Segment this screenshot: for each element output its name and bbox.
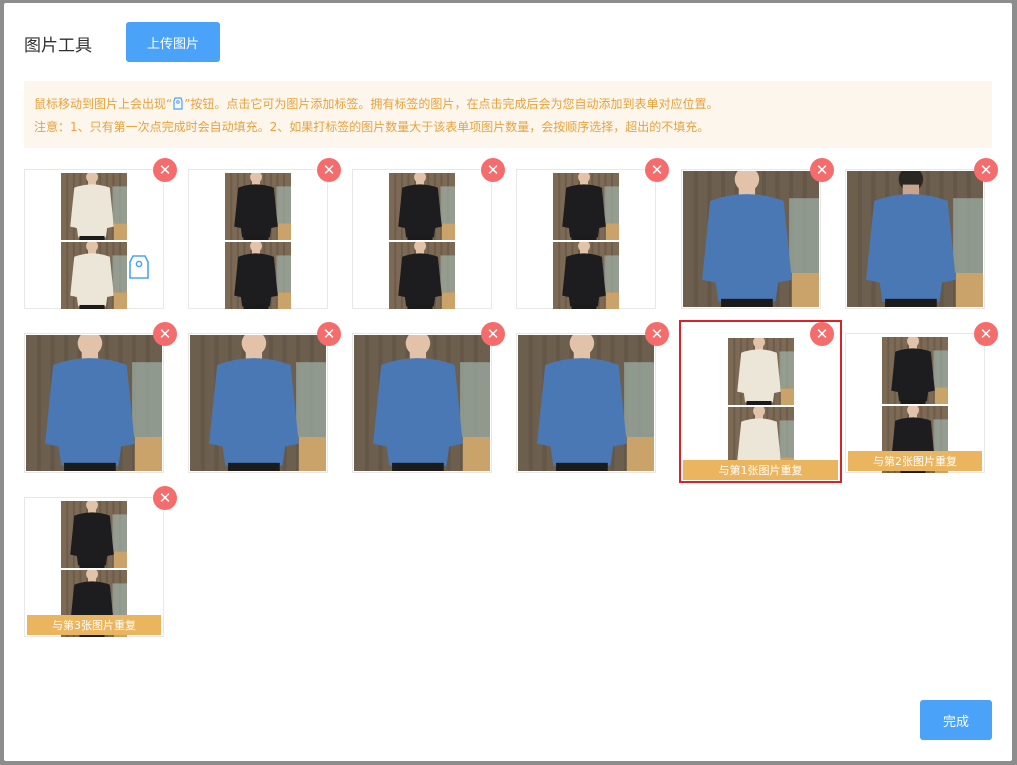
image-card[interactable]: [188, 169, 328, 309]
close-icon[interactable]: ✕: [481, 322, 505, 346]
close-icon[interactable]: ✕: [153, 486, 177, 510]
image-thumbnail: [354, 335, 490, 471]
duplicate-label: 与第2张图片重复: [848, 451, 982, 471]
image-thumbnail: [727, 338, 794, 405]
close-icon[interactable]: ✕: [974, 158, 998, 182]
close-icon[interactable]: ✕: [481, 158, 505, 182]
close-icon[interactable]: ✕: [810, 322, 834, 346]
notice-line-1-end: ”按钮。点击它可为图片添加标签。拥有标签的图片，在点击完成后会为您自动添加到表单…: [184, 97, 719, 111]
close-icon[interactable]: ✕: [974, 322, 998, 346]
image-thumbnail: [518, 335, 654, 471]
image-card[interactable]: [352, 333, 492, 473]
close-icon[interactable]: ✕: [810, 158, 834, 182]
close-icon[interactable]: ✕: [645, 158, 669, 182]
image-card[interactable]: [352, 169, 492, 309]
close-icon[interactable]: ✕: [153, 158, 177, 182]
image-thumbnail: [553, 242, 619, 309]
duplicate-label: 与第1张图片重复: [683, 460, 838, 480]
image-thumbnail: [61, 501, 127, 568]
image-thumbnail: [882, 337, 948, 404]
image-thumbnail: [847, 171, 983, 307]
done-button[interactable]: 完成: [920, 700, 992, 740]
image-card[interactable]: [516, 333, 656, 473]
upload-image-button[interactable]: 上传图片: [126, 22, 220, 62]
image-card[interactable]: [516, 169, 656, 309]
image-card[interactable]: [24, 333, 164, 473]
dialog-title: 图片工具: [24, 36, 92, 56]
close-icon[interactable]: ✕: [317, 158, 341, 182]
image-thumbnail: [389, 242, 455, 309]
image-card[interactable]: [681, 169, 821, 309]
image-card[interactable]: [24, 169, 164, 309]
image-thumbnail: [190, 335, 326, 471]
duplicate-label: 与第3张图片重复: [27, 615, 161, 635]
tag-icon[interactable]: [129, 254, 149, 280]
image-tool-dialog: 图片工具 上传图片 鼠标移动到图片上会出现“ ”按钮。点击它可为图片添加标签。拥有…: [4, 3, 1012, 761]
close-icon[interactable]: ✕: [153, 322, 177, 346]
close-icon[interactable]: ✕: [317, 322, 341, 346]
image-card[interactable]: 与第2张图片重复: [845, 333, 985, 473]
notice-banner: 鼠标移动到图片上会出现“ ”按钮。点击它可为图片添加标签。拥有标签的图片，在点击完…: [24, 81, 992, 148]
close-icon[interactable]: ✕: [645, 322, 669, 346]
notice-line-1: 鼠标移动到图片上会出现“ ”按钮。点击它可为图片添加标签。拥有标签的图片，在点击完…: [34, 93, 982, 116]
notice-line-2: 注意：1、只有第一次点完成时会自动填充。2、如果打标签的图片数量大于该表单项图片…: [34, 120, 710, 134]
image-thumbnail: [61, 173, 127, 240]
image-thumbnail: [683, 171, 819, 307]
image-thumbnail: [26, 335, 162, 471]
image-thumbnail: [225, 242, 291, 309]
notice-line-1-start: 鼠标移动到图片上会出现“: [34, 97, 173, 111]
image-thumbnail: [553, 173, 619, 240]
image-card[interactable]: [845, 169, 985, 309]
image-card[interactable]: 与第3张图片重复: [24, 497, 164, 637]
image-thumbnail: [61, 242, 127, 309]
image-thumbnail: [225, 173, 291, 240]
image-card[interactable]: [188, 333, 328, 473]
tag-icon: [173, 97, 183, 110]
image-thumbnail: [389, 173, 455, 240]
